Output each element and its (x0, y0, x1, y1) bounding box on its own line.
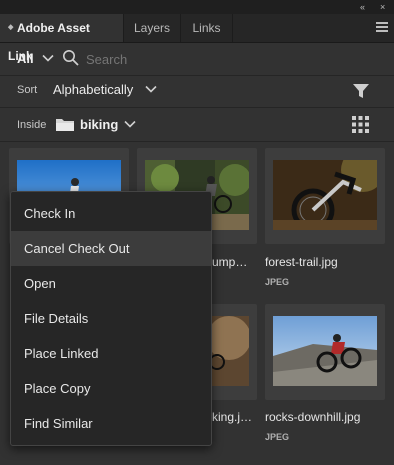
tab-label: Links (192, 21, 221, 35)
divider (0, 141, 394, 142)
asset-name: forest-trail.jpg (265, 255, 338, 269)
chevron-down-icon[interactable] (145, 85, 157, 94)
close-panel-icon[interactable]: × (380, 0, 385, 14)
asset-card[interactable] (265, 148, 385, 244)
location-label: Inside (17, 119, 47, 131)
menu-item-place-copy[interactable]: Place Copy (11, 371, 211, 406)
asset-context-menu: Check In Cancel Check Out Open File Deta… (10, 191, 212, 446)
current-folder-name[interactable]: biking (80, 117, 118, 132)
menu-item-place-linked[interactable]: Place Linked (11, 336, 211, 371)
chevron-down-icon[interactable] (42, 54, 54, 63)
tab-layers[interactable]: Layers (124, 14, 181, 42)
tab-label: Layers (133, 21, 171, 35)
asset-type: JPEG (265, 277, 290, 287)
asset-type: JPEG (265, 432, 290, 442)
collapse-panel-icon[interactable]: « (360, 0, 365, 14)
location-row: Inside biking (0, 108, 394, 140)
menu-item-open[interactable]: Open (11, 266, 211, 301)
tab-grip-icon: ◆ (8, 24, 14, 31)
asset-thumbnail (273, 160, 377, 230)
menu-item-cancel-check-out[interactable]: Cancel Check Out (11, 231, 211, 266)
tab-bar: ◆ Adobe Asset Link Layers Links (0, 14, 394, 63)
scope-select-value[interactable]: All (17, 51, 34, 66)
search-icon (63, 50, 79, 66)
panel-menu-icon[interactable] (376, 20, 388, 34)
folder-icon (56, 119, 74, 131)
filter-funnel-icon[interactable] (352, 82, 370, 100)
tab-adobe-asset-link[interactable]: ◆ Adobe Asset Link (0, 14, 124, 63)
asset-link-panel: « × ◆ Adobe Asset Link Layers Links All S… (0, 0, 394, 465)
grid-view-icon[interactable] (352, 116, 369, 133)
tab-links[interactable]: Links (181, 14, 233, 42)
sort-row: Sort Alphabetically (0, 76, 394, 106)
chevron-down-icon[interactable] (124, 120, 136, 129)
search-input[interactable] (84, 48, 378, 70)
panel-title-strip: « × (0, 0, 394, 14)
menu-item-find-similar[interactable]: Find Similar (11, 406, 211, 441)
asset-thumbnail (273, 316, 377, 386)
sort-select-value[interactable]: Alphabetically (53, 82, 133, 97)
menu-item-file-details[interactable]: File Details (11, 301, 211, 336)
menu-item-check-in[interactable]: Check In (11, 196, 211, 231)
asset-name: rocks-downhill.jpg (265, 410, 361, 424)
search-row: All (0, 43, 394, 75)
asset-card[interactable] (265, 304, 385, 400)
sort-label: Sort (17, 84, 38, 96)
